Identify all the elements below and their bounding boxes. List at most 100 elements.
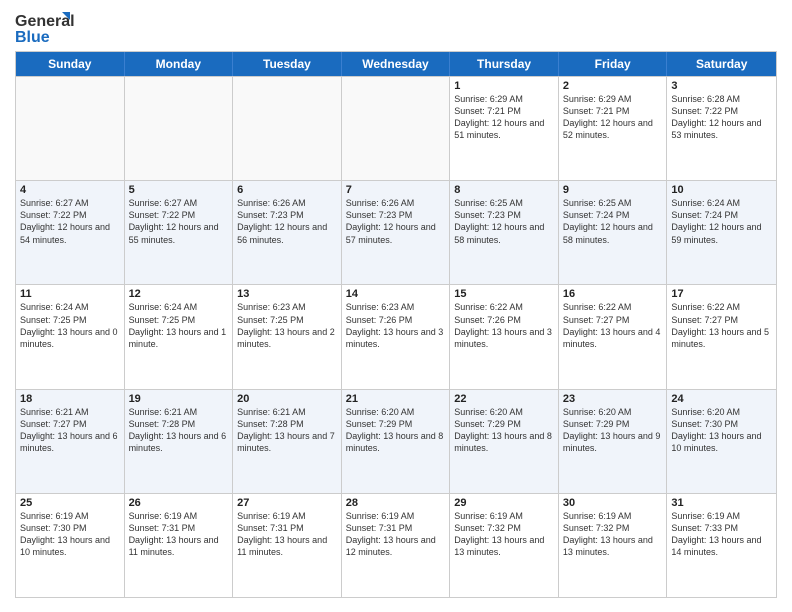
- day-info: Sunrise: 6:29 AM Sunset: 7:21 PM Dayligh…: [563, 93, 663, 142]
- day-number: 12: [129, 288, 229, 300]
- cal-header-saturday: Saturday: [667, 52, 776, 76]
- day-info: Sunrise: 6:25 AM Sunset: 7:23 PM Dayligh…: [454, 197, 554, 246]
- day-number: 31: [671, 497, 772, 509]
- day-number: 27: [237, 497, 337, 509]
- day-number: 13: [237, 288, 337, 300]
- cal-cell: 4Sunrise: 6:27 AM Sunset: 7:22 PM Daylig…: [16, 181, 125, 284]
- day-info: Sunrise: 6:21 AM Sunset: 7:27 PM Dayligh…: [20, 406, 120, 455]
- cal-cell: 31Sunrise: 6:19 AM Sunset: 7:33 PM Dayli…: [667, 494, 776, 597]
- day-number: 18: [20, 393, 120, 405]
- day-info: Sunrise: 6:19 AM Sunset: 7:31 PM Dayligh…: [129, 510, 229, 559]
- day-number: 15: [454, 288, 554, 300]
- cal-cell: 14Sunrise: 6:23 AM Sunset: 7:26 PM Dayli…: [342, 285, 451, 388]
- day-info: Sunrise: 6:26 AM Sunset: 7:23 PM Dayligh…: [346, 197, 446, 246]
- day-number: 25: [20, 497, 120, 509]
- cal-cell: 2Sunrise: 6:29 AM Sunset: 7:21 PM Daylig…: [559, 77, 668, 180]
- cal-cell: 8Sunrise: 6:25 AM Sunset: 7:23 PM Daylig…: [450, 181, 559, 284]
- day-number: 5: [129, 184, 229, 196]
- day-number: 8: [454, 184, 554, 196]
- cal-header-tuesday: Tuesday: [233, 52, 342, 76]
- day-number: 14: [346, 288, 446, 300]
- day-number: 9: [563, 184, 663, 196]
- day-info: Sunrise: 6:23 AM Sunset: 7:25 PM Dayligh…: [237, 301, 337, 350]
- cal-row-4: 25Sunrise: 6:19 AM Sunset: 7:30 PM Dayli…: [16, 493, 776, 597]
- day-info: Sunrise: 6:25 AM Sunset: 7:24 PM Dayligh…: [563, 197, 663, 246]
- day-number: 21: [346, 393, 446, 405]
- day-number: 10: [671, 184, 772, 196]
- cal-cell: 15Sunrise: 6:22 AM Sunset: 7:26 PM Dayli…: [450, 285, 559, 388]
- cal-cell: 21Sunrise: 6:20 AM Sunset: 7:29 PM Dayli…: [342, 390, 451, 493]
- day-number: 29: [454, 497, 554, 509]
- cal-row-3: 18Sunrise: 6:21 AM Sunset: 7:27 PM Dayli…: [16, 389, 776, 493]
- day-info: Sunrise: 6:28 AM Sunset: 7:22 PM Dayligh…: [671, 93, 772, 142]
- cal-cell: 19Sunrise: 6:21 AM Sunset: 7:28 PM Dayli…: [125, 390, 234, 493]
- calendar-header-row: SundayMondayTuesdayWednesdayThursdayFrid…: [16, 52, 776, 76]
- header: GeneralBlue: [15, 10, 777, 45]
- day-number: 28: [346, 497, 446, 509]
- cal-cell: 18Sunrise: 6:21 AM Sunset: 7:27 PM Dayli…: [16, 390, 125, 493]
- day-number: 22: [454, 393, 554, 405]
- day-info: Sunrise: 6:20 AM Sunset: 7:29 PM Dayligh…: [346, 406, 446, 455]
- cal-cell: 10Sunrise: 6:24 AM Sunset: 7:24 PM Dayli…: [667, 181, 776, 284]
- cal-cell: 7Sunrise: 6:26 AM Sunset: 7:23 PM Daylig…: [342, 181, 451, 284]
- day-info: Sunrise: 6:19 AM Sunset: 7:30 PM Dayligh…: [20, 510, 120, 559]
- cal-cell: 28Sunrise: 6:19 AM Sunset: 7:31 PM Dayli…: [342, 494, 451, 597]
- day-info: Sunrise: 6:27 AM Sunset: 7:22 PM Dayligh…: [129, 197, 229, 246]
- day-info: Sunrise: 6:21 AM Sunset: 7:28 PM Dayligh…: [129, 406, 229, 455]
- cal-cell: 24Sunrise: 6:20 AM Sunset: 7:30 PM Dayli…: [667, 390, 776, 493]
- cal-row-1: 4Sunrise: 6:27 AM Sunset: 7:22 PM Daylig…: [16, 180, 776, 284]
- cal-row-2: 11Sunrise: 6:24 AM Sunset: 7:25 PM Dayli…: [16, 284, 776, 388]
- cal-cell: [16, 77, 125, 180]
- day-info: Sunrise: 6:24 AM Sunset: 7:25 PM Dayligh…: [20, 301, 120, 350]
- cal-cell: 5Sunrise: 6:27 AM Sunset: 7:22 PM Daylig…: [125, 181, 234, 284]
- page: GeneralBlue SundayMondayTuesdayWednesday…: [0, 0, 792, 612]
- day-info: Sunrise: 6:21 AM Sunset: 7:28 PM Dayligh…: [237, 406, 337, 455]
- cal-header-monday: Monday: [125, 52, 234, 76]
- calendar: SundayMondayTuesdayWednesdayThursdayFrid…: [15, 51, 777, 598]
- day-number: 20: [237, 393, 337, 405]
- cal-header-friday: Friday: [559, 52, 668, 76]
- cal-cell: 30Sunrise: 6:19 AM Sunset: 7:32 PM Dayli…: [559, 494, 668, 597]
- day-number: 11: [20, 288, 120, 300]
- day-number: 24: [671, 393, 772, 405]
- day-info: Sunrise: 6:29 AM Sunset: 7:21 PM Dayligh…: [454, 93, 554, 142]
- day-info: Sunrise: 6:22 AM Sunset: 7:27 PM Dayligh…: [563, 301, 663, 350]
- cal-cell: 13Sunrise: 6:23 AM Sunset: 7:25 PM Dayli…: [233, 285, 342, 388]
- day-info: Sunrise: 6:19 AM Sunset: 7:33 PM Dayligh…: [671, 510, 772, 559]
- cal-cell: 25Sunrise: 6:19 AM Sunset: 7:30 PM Dayli…: [16, 494, 125, 597]
- cal-cell: 3Sunrise: 6:28 AM Sunset: 7:22 PM Daylig…: [667, 77, 776, 180]
- cal-cell: [125, 77, 234, 180]
- cal-cell: 29Sunrise: 6:19 AM Sunset: 7:32 PM Dayli…: [450, 494, 559, 597]
- day-number: 3: [671, 80, 772, 92]
- day-info: Sunrise: 6:19 AM Sunset: 7:32 PM Dayligh…: [454, 510, 554, 559]
- day-number: 30: [563, 497, 663, 509]
- day-number: 23: [563, 393, 663, 405]
- cal-cell: [342, 77, 451, 180]
- day-number: 7: [346, 184, 446, 196]
- day-info: Sunrise: 6:26 AM Sunset: 7:23 PM Dayligh…: [237, 197, 337, 246]
- cal-header-thursday: Thursday: [450, 52, 559, 76]
- cal-cell: 20Sunrise: 6:21 AM Sunset: 7:28 PM Dayli…: [233, 390, 342, 493]
- day-info: Sunrise: 6:27 AM Sunset: 7:22 PM Dayligh…: [20, 197, 120, 246]
- day-info: Sunrise: 6:23 AM Sunset: 7:26 PM Dayligh…: [346, 301, 446, 350]
- day-number: 26: [129, 497, 229, 509]
- cal-cell: 11Sunrise: 6:24 AM Sunset: 7:25 PM Dayli…: [16, 285, 125, 388]
- cal-cell: 17Sunrise: 6:22 AM Sunset: 7:27 PM Dayli…: [667, 285, 776, 388]
- cal-header-sunday: Sunday: [16, 52, 125, 76]
- logo-svg: GeneralBlue: [15, 10, 75, 45]
- day-info: Sunrise: 6:22 AM Sunset: 7:27 PM Dayligh…: [671, 301, 772, 350]
- cal-cell: 22Sunrise: 6:20 AM Sunset: 7:29 PM Dayli…: [450, 390, 559, 493]
- cal-cell: 6Sunrise: 6:26 AM Sunset: 7:23 PM Daylig…: [233, 181, 342, 284]
- day-info: Sunrise: 6:19 AM Sunset: 7:31 PM Dayligh…: [237, 510, 337, 559]
- cal-cell: 1Sunrise: 6:29 AM Sunset: 7:21 PM Daylig…: [450, 77, 559, 180]
- day-number: 2: [563, 80, 663, 92]
- cal-cell: 27Sunrise: 6:19 AM Sunset: 7:31 PM Dayli…: [233, 494, 342, 597]
- svg-text:Blue: Blue: [15, 29, 50, 45]
- day-info: Sunrise: 6:22 AM Sunset: 7:26 PM Dayligh…: [454, 301, 554, 350]
- day-number: 16: [563, 288, 663, 300]
- cal-header-wednesday: Wednesday: [342, 52, 451, 76]
- day-number: 4: [20, 184, 120, 196]
- cal-cell: 12Sunrise: 6:24 AM Sunset: 7:25 PM Dayli…: [125, 285, 234, 388]
- day-info: Sunrise: 6:24 AM Sunset: 7:24 PM Dayligh…: [671, 197, 772, 246]
- day-number: 6: [237, 184, 337, 196]
